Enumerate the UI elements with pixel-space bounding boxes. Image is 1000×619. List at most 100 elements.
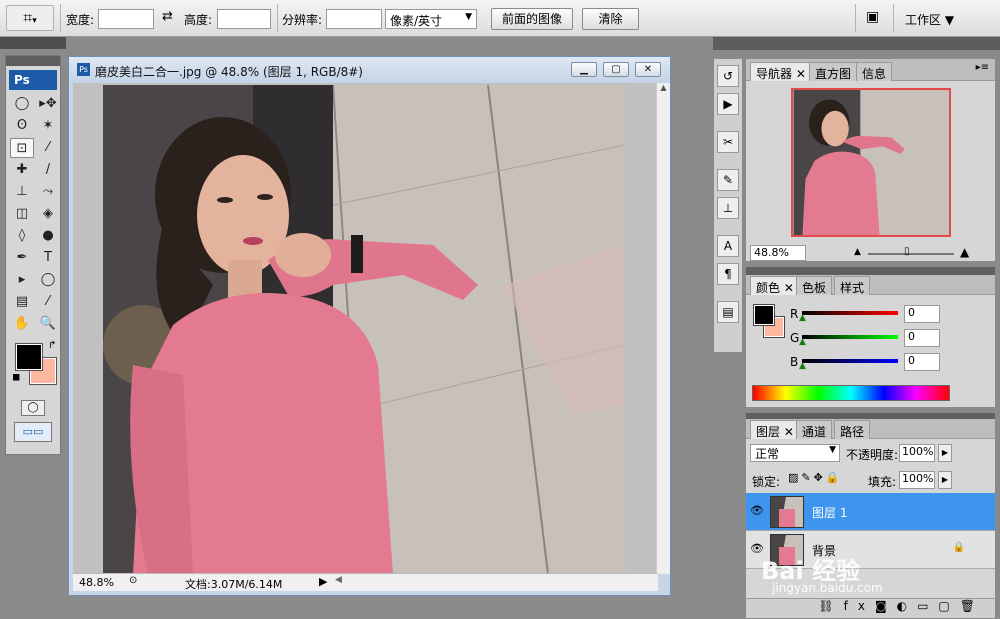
group-icon[interactable]: ▭ bbox=[917, 599, 938, 613]
fill-slider-icon[interactable]: ▶ bbox=[938, 471, 952, 489]
zoom-readout[interactable]: 48.8% bbox=[79, 576, 114, 589]
tab-layers[interactable]: 图层 ✕ bbox=[750, 420, 800, 439]
width-field[interactable] bbox=[98, 9, 154, 29]
tab-navigator[interactable]: 导航器 ✕ bbox=[750, 62, 812, 81]
clear-button[interactable]: 清除 bbox=[582, 8, 639, 30]
navigator-zoom-field[interactable]: 48.8% bbox=[750, 245, 806, 261]
screen-mode-icon[interactable]: ▭▭ bbox=[14, 422, 52, 442]
eyedropper-icon[interactable]: ⁄ bbox=[36, 292, 60, 312]
move-icon[interactable]: ▸✥ bbox=[36, 94, 60, 114]
photo-canvas[interactable] bbox=[103, 85, 625, 574]
channel-slider[interactable] bbox=[802, 335, 898, 339]
slider-triangle-icon[interactable]: ▲ bbox=[799, 337, 806, 347]
history-icon[interactable]: ↺ bbox=[717, 65, 739, 87]
navigator-preview[interactable] bbox=[791, 88, 951, 237]
actions-icon[interactable]: ▶ bbox=[717, 93, 739, 115]
document-title-bar[interactable]: Ps 磨皮美白二合一.jpg @ 48.8% (图层 1, RGB/8#) ▁ … bbox=[69, 57, 670, 83]
channel-slider[interactable] bbox=[802, 359, 898, 363]
dodge-icon[interactable]: ● bbox=[36, 226, 60, 246]
notes-icon[interactable]: ▤ bbox=[10, 292, 34, 312]
history-brush-icon[interactable]: ⤳ bbox=[36, 182, 60, 202]
clone-stamp-icon[interactable]: ⊥ bbox=[10, 182, 34, 202]
front-image-button[interactable]: 前面的图像 bbox=[491, 8, 573, 30]
magic-wand-icon[interactable]: ✶ bbox=[36, 116, 60, 136]
marquee-icon[interactable]: ◯ bbox=[10, 94, 34, 114]
layer-row[interactable]: 👁 图层 1 bbox=[746, 493, 995, 531]
foreground-color-swatch[interactable] bbox=[15, 343, 43, 371]
toolbox-grip[interactable] bbox=[6, 56, 60, 66]
channel-value-field[interactable]: 0 bbox=[904, 305, 940, 323]
swap-colors-icon[interactable]: ↱ bbox=[48, 340, 56, 351]
fx-icon[interactable]: fx bbox=[844, 599, 875, 613]
vertical-scrollbar[interactable]: ▲ bbox=[656, 83, 670, 574]
tab-channels[interactable]: 通道 bbox=[796, 420, 833, 439]
close-icon[interactable]: ✕ bbox=[635, 62, 661, 77]
channel-slider[interactable] bbox=[802, 311, 898, 315]
resolution-field[interactable] bbox=[326, 9, 382, 29]
status-menu-icon[interactable]: ⊙ bbox=[129, 575, 137, 586]
eraser-icon[interactable]: ◫ bbox=[10, 204, 34, 224]
tab-swatches[interactable]: 色板 bbox=[796, 276, 833, 295]
status-arrow-icon[interactable]: ▶ bbox=[319, 575, 327, 588]
slider-triangle-icon[interactable]: ▲ bbox=[799, 361, 806, 371]
zoom-out-icon[interactable]: ▲ bbox=[854, 247, 861, 257]
tab-info[interactable]: 信息 bbox=[856, 62, 893, 81]
fill-field[interactable]: 100% bbox=[899, 471, 935, 489]
pen-icon[interactable]: ✒ bbox=[10, 248, 34, 268]
color-fg-swatch[interactable] bbox=[753, 304, 775, 326]
tab-histogram[interactable]: 直方图 bbox=[809, 62, 858, 81]
color-spectrum-bar[interactable] bbox=[752, 385, 950, 401]
default-colors-icon[interactable]: ◼ bbox=[12, 372, 20, 383]
blend-mode-select[interactable]: 正常 ▼ bbox=[750, 444, 840, 462]
paragraph-icon[interactable]: ¶ bbox=[717, 263, 739, 285]
brush-icon[interactable]: / bbox=[36, 160, 60, 180]
adjustment-icon[interactable]: ◐ bbox=[897, 599, 917, 613]
delete-layer-icon[interactable]: 🗑 bbox=[960, 599, 985, 613]
paint-bucket-icon[interactable]: ◈ bbox=[36, 204, 60, 224]
workspace-menu[interactable]: 工作区 ▼ bbox=[905, 11, 954, 28]
minimize-icon[interactable]: ▁ bbox=[571, 62, 597, 77]
crop-icon[interactable]: ⊡ bbox=[10, 138, 34, 158]
swap-icon[interactable]: ⇄ bbox=[162, 9, 173, 24]
link-layers-icon[interactable]: ⛓ bbox=[818, 599, 843, 613]
slice-icon[interactable]: ⁄ bbox=[36, 138, 60, 158]
navigator-zoom-slider[interactable] bbox=[868, 253, 954, 255]
shape-icon[interactable]: ◯ bbox=[36, 270, 60, 290]
panel-grip[interactable] bbox=[746, 267, 995, 275]
channel-value-field[interactable]: 0 bbox=[904, 329, 940, 347]
slider-handle-icon[interactable]: ▯ bbox=[904, 246, 910, 257]
lasso-icon[interactable]: ʘ bbox=[10, 116, 34, 136]
tab-color[interactable]: 颜色 ✕ bbox=[750, 276, 800, 295]
hand-icon[interactable]: ✋ bbox=[10, 314, 34, 334]
brushes-icon[interactable]: ✎ bbox=[717, 169, 739, 191]
opacity-slider-icon[interactable]: ▶ bbox=[938, 444, 952, 462]
path-select-icon[interactable]: ▸ bbox=[10, 270, 34, 290]
character-icon[interactable]: A bbox=[717, 235, 739, 257]
type-icon[interactable]: T bbox=[36, 248, 60, 268]
maximize-icon[interactable]: ▢ bbox=[603, 62, 629, 77]
tool-preset-picker[interactable]: ⌗▾ bbox=[6, 5, 54, 31]
canvas-area[interactable] bbox=[73, 83, 657, 574]
scroll-left-icon[interactable]: ◀ bbox=[335, 575, 342, 585]
slider-triangle-icon[interactable]: ▲ bbox=[799, 313, 806, 323]
new-layer-icon[interactable]: ▢ bbox=[938, 599, 959, 613]
quick-mask-icon[interactable]: ◯ bbox=[21, 400, 45, 416]
height-field[interactable] bbox=[217, 9, 271, 29]
blur-icon[interactable]: ◊ bbox=[10, 226, 34, 246]
ps-logo[interactable]: Ps bbox=[9, 70, 57, 90]
visibility-eye-icon[interactable]: 👁 bbox=[750, 504, 764, 517]
palette-well-icon[interactable]: ▣ bbox=[866, 9, 879, 25]
lock-icons[interactable]: ▨✎✥🔒 bbox=[788, 471, 843, 484]
mask-icon[interactable]: ◙ bbox=[875, 599, 897, 613]
healing-brush-icon[interactable]: ✚ bbox=[10, 160, 34, 180]
channel-value-field[interactable]: 0 bbox=[904, 353, 940, 371]
tool-presets-icon[interactable]: ✂ bbox=[717, 131, 739, 153]
tab-styles[interactable]: 样式 bbox=[834, 276, 871, 295]
zoom-in-icon[interactable]: ▲ bbox=[960, 245, 969, 259]
opacity-field[interactable]: 100% bbox=[899, 444, 935, 462]
zoom-icon[interactable]: 🔍 bbox=[36, 314, 60, 334]
clone-source-icon[interactable]: ⊥ bbox=[717, 197, 739, 219]
panel-menu-icon[interactable]: ▸≡ bbox=[976, 62, 989, 73]
scroll-up-icon[interactable]: ▲ bbox=[657, 83, 670, 92]
unit-select[interactable]: 像素/英寸 ▼ bbox=[385, 9, 477, 29]
